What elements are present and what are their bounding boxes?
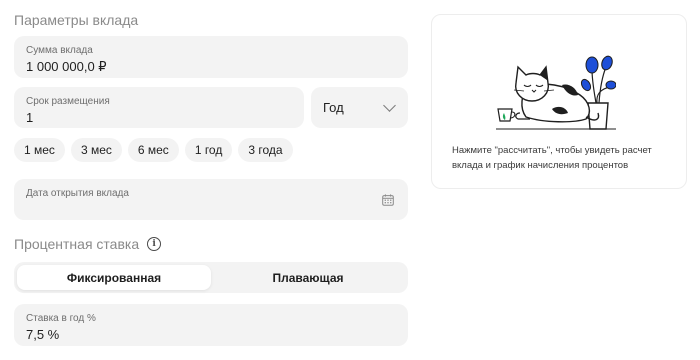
deposit-sum-field[interactable]: Сумма вклада 1 000 000,0 ₽ bbox=[14, 36, 408, 78]
annual-rate-label: Ставка в год % bbox=[26, 313, 96, 324]
term-value[interactable]: 1 bbox=[26, 110, 292, 125]
open-date-field[interactable]: Дата открытия вклада bbox=[14, 179, 408, 220]
term-label: Срок размещения bbox=[26, 96, 110, 107]
chevron-down-icon bbox=[383, 99, 396, 112]
open-date-label: Дата открытия вклада bbox=[26, 188, 129, 199]
term-preset-1-year[interactable]: 1 год bbox=[184, 138, 233, 162]
deposit-sum-label: Сумма вклада bbox=[26, 45, 93, 56]
result-hint-text: Нажмите "рассчитать", чтобы увидеть расч… bbox=[452, 145, 652, 171]
params-section-title: Параметры вклада bbox=[14, 12, 139, 28]
rate-type-switch: Фиксированная Плавающая bbox=[14, 262, 408, 293]
term-preset-1-month[interactable]: 1 мес bbox=[14, 138, 65, 162]
sleeping-cat-illustration bbox=[496, 55, 616, 130]
rate-type-fixed-tab[interactable]: Фиксированная bbox=[17, 265, 211, 290]
rate-section-title-row: Процентная ставка i bbox=[14, 236, 162, 252]
term-preset-6-months[interactable]: 6 мес bbox=[127, 138, 179, 162]
info-icon[interactable]: i bbox=[147, 237, 162, 251]
rate-section-title: Процентная ставка bbox=[14, 236, 140, 252]
term-preset-3-months[interactable]: 3 мес bbox=[70, 138, 122, 162]
term-unit-value: Год bbox=[323, 100, 344, 115]
calendar-icon[interactable] bbox=[382, 194, 394, 206]
term-unit-select[interactable]: Год bbox=[311, 87, 408, 128]
rate-type-floating-tab[interactable]: Плавающая bbox=[211, 265, 405, 290]
term-preset-3-years[interactable]: 3 года bbox=[238, 138, 293, 162]
annual-rate-field[interactable]: Ставка в год % 7,5 % bbox=[14, 304, 408, 346]
deposit-sum-value[interactable]: 1 000 000,0 ₽ bbox=[26, 59, 396, 75]
term-field[interactable]: Срок размещения 1 bbox=[14, 87, 304, 128]
result-placeholder-card: Нажмите "рассчитать", чтобы увидеть расч… bbox=[431, 14, 687, 189]
term-presets: 1 мес 3 мес 6 мес 1 год 3 года bbox=[14, 138, 293, 162]
annual-rate-value[interactable]: 7,5 % bbox=[26, 327, 396, 342]
